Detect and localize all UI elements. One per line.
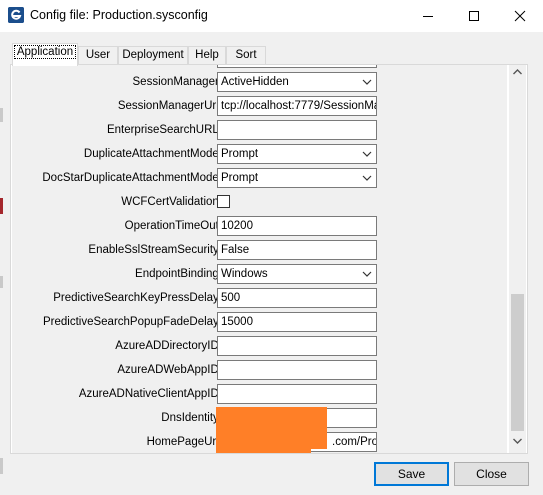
setting-label: OperationTimeOut: (124, 220, 222, 232)
setting-row: WCFCertValidation: (12, 192, 507, 214)
setting-row: AzureADDirectoryID: (12, 336, 507, 358)
redaction-block (216, 449, 311, 453)
setting-row: SessionManager: ActiveHidden (12, 72, 507, 94)
scroll-down-arrow-icon[interactable] (513, 438, 522, 444)
maximize-button[interactable] (451, 0, 497, 32)
setting-label: HomePageUrl: (146, 436, 222, 448)
azure-ad-web-app-id-field[interactable] (217, 360, 377, 380)
window-title: Config file: Production.sysconfig (30, 8, 208, 22)
setting-row: OperationTimeOut: 10200 (12, 216, 507, 238)
tab-application[interactable]: Application (12, 43, 78, 66)
session-manager-uri-field[interactable]: tcp://localhost:7779/SessionMa (217, 96, 377, 116)
partial-field (217, 65, 377, 68)
tab-user[interactable]: User (78, 46, 118, 65)
chevron-down-icon (362, 151, 372, 157)
setting-row: EnableSslStreamSecurity: False (12, 240, 507, 262)
setting-label: AzureADNativeClientAppID: (78, 388, 222, 400)
setting-row: AzureADWebAppID: (12, 360, 507, 382)
setting-label: DuplicateAttachmentMode: (83, 148, 222, 160)
setting-label: EnterpriseSearchURL: (106, 124, 222, 136)
save-button[interactable]: Save (374, 462, 449, 486)
setting-label: EndpointBinding: (135, 268, 222, 280)
minimize-button[interactable] (405, 0, 451, 32)
predictive-search-popup-fade-delay-field[interactable]: 15000 (217, 312, 377, 332)
scrollbar-thumb[interactable] (511, 294, 524, 431)
setting-label: AzureADDirectoryID: (115, 340, 222, 352)
background-edge-mark (0, 458, 3, 474)
setting-row: AzureADNativeClientAppID: (12, 384, 507, 406)
enable-ssl-stream-security-field[interactable]: False (217, 240, 377, 260)
enterprise-search-url-field[interactable] (217, 120, 377, 140)
duplicate-attachment-mode-select[interactable]: Prompt (217, 144, 377, 164)
setting-label: DocStarDuplicateAttachmentMode: (42, 172, 222, 184)
azure-ad-directory-id-field[interactable] (217, 336, 377, 356)
close-window-button[interactable] (497, 0, 543, 32)
setting-row: DocStarDuplicateAttachmentMode: Prompt (12, 168, 507, 190)
tab-help[interactable]: Help (188, 46, 226, 65)
scroll-up-arrow-icon[interactable] (513, 69, 522, 75)
minimize-icon (423, 16, 433, 17)
setting-label: SessionManagerUri: (117, 100, 222, 112)
close-icon (514, 10, 526, 22)
operation-timeout-field[interactable]: 10200 (217, 216, 377, 236)
chevron-down-icon (362, 271, 372, 277)
setting-row: EnterpriseSearchURL: (12, 120, 507, 142)
setting-row: PredictiveSearchPopupFadeDelay: 15000 (12, 312, 507, 334)
setting-label: PredictiveSearchKeyPressDelay: (53, 292, 222, 304)
setting-label: SessionManager: (132, 76, 223, 88)
setting-label: WCFCertValidation: (121, 196, 222, 208)
setting-label: PredictiveSearchPopupFadeDelay: (43, 316, 222, 328)
tab-sort[interactable]: Sort (226, 46, 266, 65)
chevron-down-icon (362, 79, 372, 85)
endpoint-binding-select[interactable]: Windows (217, 264, 377, 284)
setting-row: SessionManagerUri: tcp://localhost:7779/… (12, 96, 507, 118)
docstar-duplicate-attachment-mode-select[interactable]: Prompt (217, 168, 377, 188)
predictive-search-keypress-delay-field[interactable]: 500 (217, 288, 377, 308)
vertical-scrollbar[interactable] (509, 65, 526, 453)
settings-list: SessionManager: ActiveHidden SessionMana… (12, 65, 507, 453)
azure-ad-native-client-app-id-field[interactable] (217, 384, 377, 404)
app-logo-icon (8, 7, 24, 23)
wcf-cert-validation-checkbox[interactable] (217, 195, 230, 208)
chevron-down-icon (362, 175, 372, 181)
setting-row: EndpointBinding: Windows (12, 264, 507, 286)
setting-row: PredictiveSearchKeyPressDelay: 500 (12, 288, 507, 310)
maximize-icon (469, 11, 479, 21)
setting-label: AzureADWebAppID: (117, 364, 222, 376)
setting-label: EnableSslStreamSecurity: (88, 244, 222, 256)
redaction-block (216, 407, 327, 449)
background-edge-mark (0, 276, 3, 288)
setting-label: DnsIdentity: (161, 412, 222, 424)
background-edge-mark (0, 108, 3, 122)
title-bar: Config file: Production.sysconfig (0, 0, 543, 32)
tab-deployment[interactable]: Deployment (118, 46, 188, 65)
close-button[interactable]: Close (454, 462, 529, 486)
setting-row: DuplicateAttachmentMode: Prompt (12, 144, 507, 166)
session-manager-select[interactable]: ActiveHidden (217, 72, 377, 92)
background-edge-mark (0, 198, 3, 214)
